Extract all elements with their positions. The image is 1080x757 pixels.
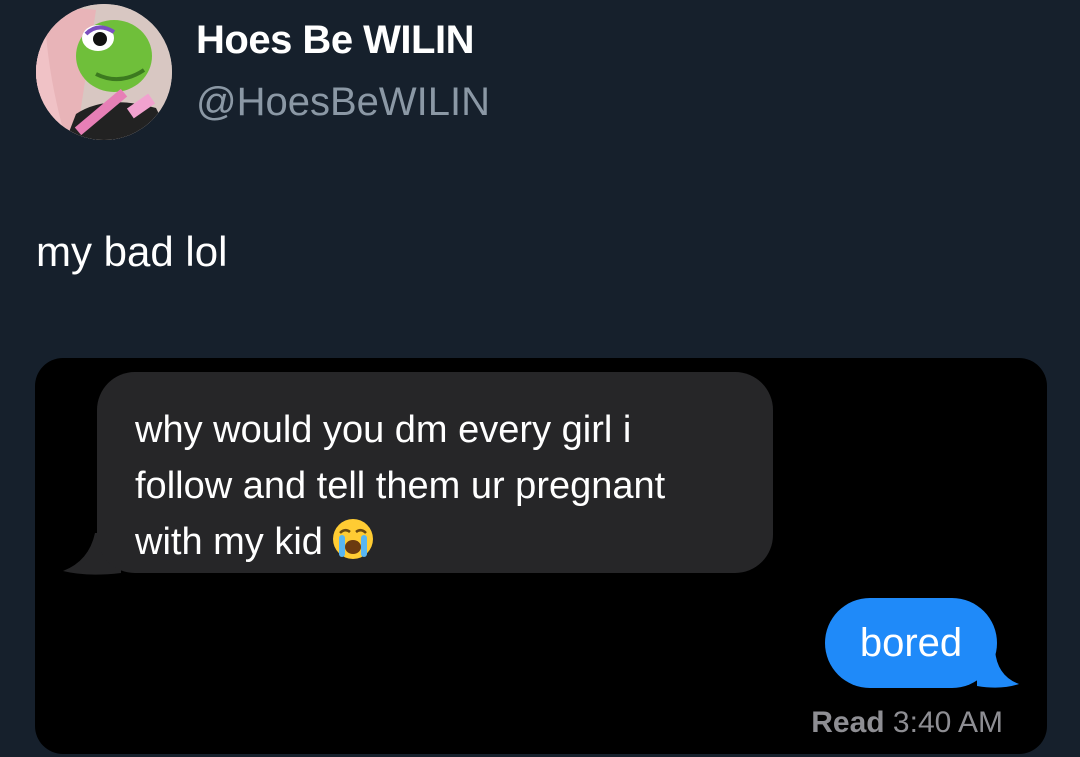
read-label: Read bbox=[811, 706, 885, 739]
received-message-line: with my kid bbox=[135, 521, 323, 563]
display-name[interactable]: Hoes Be WILIN bbox=[196, 18, 474, 63]
read-time: 3:40 AM bbox=[892, 706, 1003, 739]
received-message-line-with-emoji: with my kid bbox=[135, 514, 753, 570]
received-message-line: why would you dm every girl i bbox=[135, 409, 632, 451]
sent-message-bubble: bored bbox=[825, 598, 997, 688]
tweet-media-screenshot[interactable]: why would you dm every girl i follow and… bbox=[35, 358, 1047, 754]
sent-bubble-tail bbox=[977, 650, 1019, 688]
kermit-avatar-image bbox=[36, 4, 172, 140]
received-message-bubble: why would you dm every girl i follow and… bbox=[97, 372, 773, 573]
user-handle[interactable]: @HoesBeWILIN bbox=[196, 80, 490, 125]
loudly-crying-face-icon bbox=[332, 518, 373, 559]
read-receipt: Read 3:40 AM bbox=[811, 706, 1003, 740]
avatar[interactable] bbox=[36, 4, 172, 140]
received-message-line: follow and tell them ur pregnant bbox=[135, 465, 666, 507]
tweet-text: my bad lol bbox=[36, 228, 228, 275]
